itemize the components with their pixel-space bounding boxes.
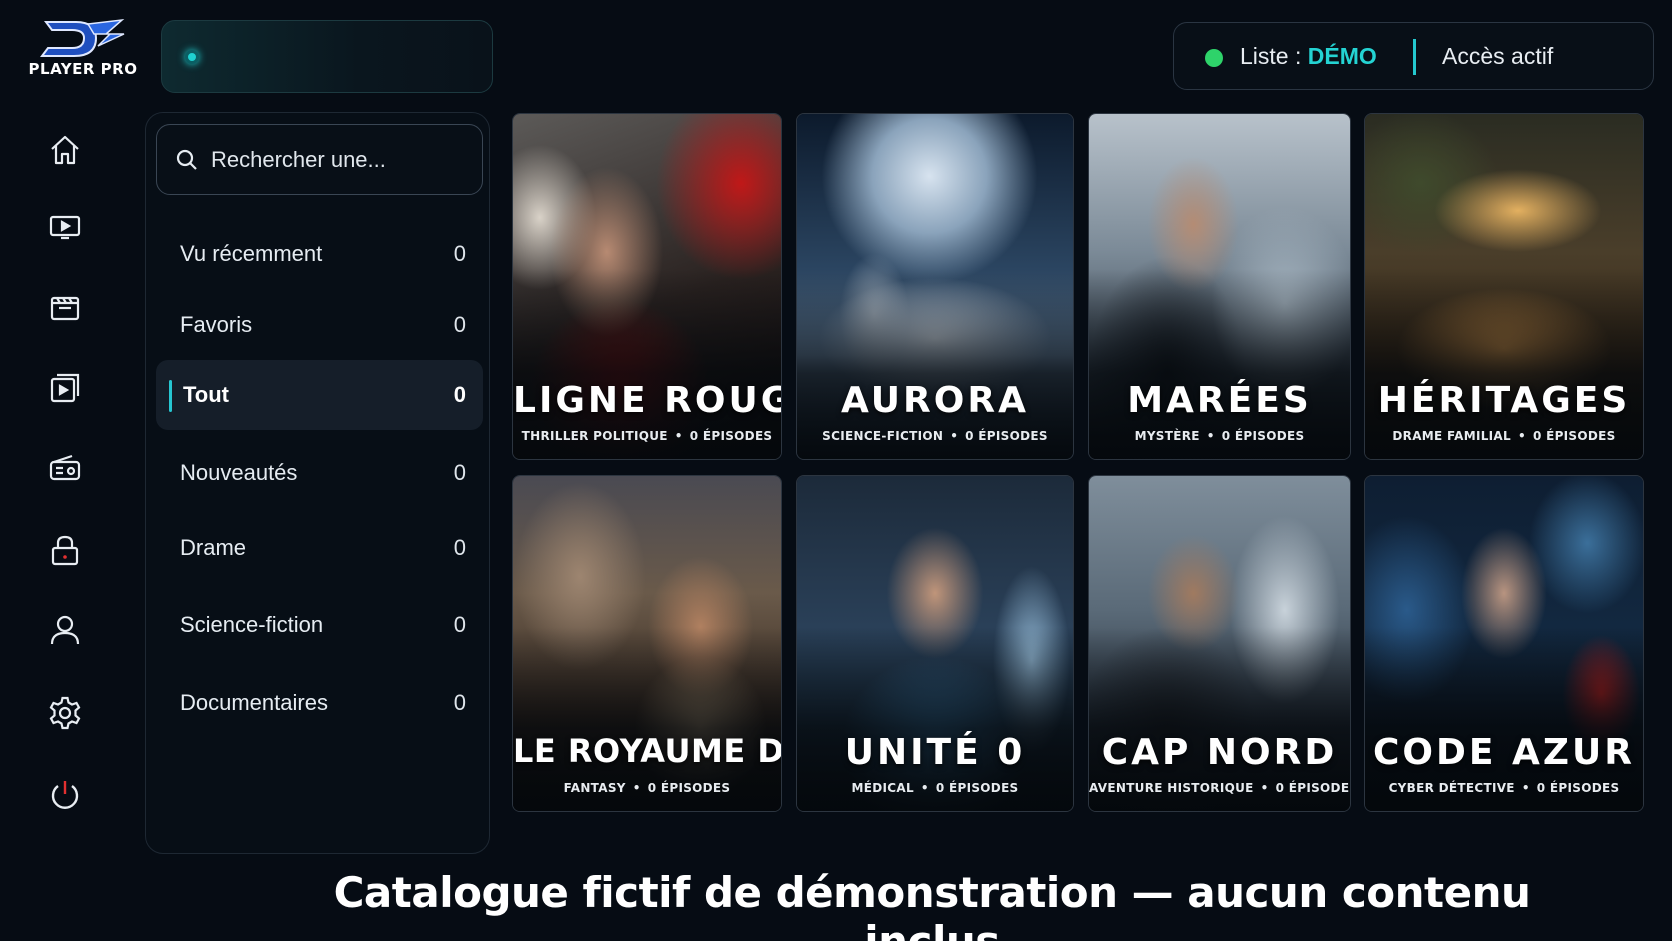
playlist-prefix: Liste : bbox=[1240, 43, 1308, 69]
meta-separator: • bbox=[674, 429, 683, 443]
category-label: Tout bbox=[183, 382, 230, 407]
category-panel: Vu récemment 0 Favoris 0 Tout 0 Nouveaut… bbox=[145, 112, 490, 854]
poster-episodes: 0 ÉPISODES bbox=[1275, 781, 1351, 795]
category-count: 0 bbox=[453, 460, 466, 485]
category-new[interactable]: Nouveautés 0 bbox=[156, 438, 483, 508]
series-icon[interactable] bbox=[45, 368, 85, 408]
poster-genre: MÉDICAL bbox=[851, 781, 914, 795]
poster-card[interactable]: UNITÉ 0 MÉDICAL • 0 ÉPISODES bbox=[796, 475, 1074, 812]
poster-meta: AVENTURE HISTORIQUE • 0 ÉPISODES bbox=[1089, 781, 1350, 795]
meta-separator: • bbox=[1206, 429, 1215, 443]
poster-meta: MYSTÈRE • 0 ÉPISODES bbox=[1089, 429, 1350, 443]
poster-card[interactable]: AURORA SCIENCE-FICTION • 0 ÉPISODES bbox=[796, 113, 1074, 460]
poster-genre: DRAME FAMILIAL bbox=[1392, 429, 1511, 443]
poster-card[interactable]: HÉRITAGES DRAME FAMILIAL • 0 ÉPISODES bbox=[1364, 113, 1644, 460]
category-label: Nouveautés bbox=[180, 460, 298, 485]
settings-icon[interactable] bbox=[45, 693, 85, 733]
power-icon[interactable] bbox=[45, 775, 85, 815]
poster-genre: MYSTÈRE bbox=[1134, 429, 1200, 443]
category-drama[interactable]: Drame 0 bbox=[156, 513, 483, 583]
poster-meta: CYBER DÉTECTIVE • 0 ÉPISODES bbox=[1365, 781, 1643, 795]
meta-separator: • bbox=[632, 781, 641, 795]
category-documentaries[interactable]: Documentaires 0 bbox=[156, 668, 483, 738]
poster-title: CODE AZUR bbox=[1373, 732, 1635, 773]
status-indicator-dot bbox=[185, 50, 199, 64]
category-favorites[interactable]: Favoris 0 bbox=[156, 290, 483, 360]
poster-title: AURORA bbox=[841, 380, 1029, 421]
poster-episodes: 0 ÉPISODES bbox=[965, 429, 1048, 443]
poster-title: LIGNE ROUGE bbox=[513, 380, 781, 421]
category-count: 0 bbox=[453, 612, 466, 637]
poster-episodes: 0 ÉPISODES bbox=[935, 781, 1019, 795]
poster-meta: MÉDICAL • 0 ÉPISODES bbox=[797, 781, 1073, 795]
poster-title: LE ROYAUME DE VERRE bbox=[513, 732, 782, 770]
playlist-name: DÉMO bbox=[1307, 43, 1377, 69]
category-count: 0 bbox=[453, 382, 466, 407]
active-indicator bbox=[169, 380, 172, 412]
active-dot bbox=[1205, 49, 1223, 67]
search-input[interactable] bbox=[211, 141, 471, 179]
category-count: 0 bbox=[453, 241, 466, 266]
playlist-status: Liste : DÉMO Accès actif bbox=[1173, 22, 1654, 90]
poster-meta: SCIENCE-FICTION • 0 ÉPISODES bbox=[797, 429, 1073, 443]
poster-episodes: 0 ÉPISODES bbox=[1532, 429, 1616, 443]
poster-genre: THRILLER POLITIQUE bbox=[521, 429, 668, 443]
logo-text: PLAYER PRO bbox=[28, 60, 138, 78]
poster-card[interactable]: CODE AZUR CYBER DÉTECTIVE • 0 ÉPISODES bbox=[1364, 475, 1644, 812]
poster-title: CAP NORD bbox=[1101, 732, 1338, 773]
movies-icon[interactable] bbox=[45, 288, 85, 328]
poster-card[interactable]: LIGNE ROUGE THRILLER POLITIQUE • 0 ÉPISODE… bbox=[512, 113, 782, 460]
poster-card[interactable]: LE ROYAUME DE VERRE FANTASY • 0 ÉPISODES bbox=[512, 475, 782, 812]
poster-title: HÉRITAGES bbox=[1377, 380, 1631, 421]
category-all[interactable]: Tout 0 bbox=[156, 360, 483, 430]
poster-genre: CYBER DÉTECTIVE bbox=[1388, 781, 1515, 795]
playlist-label: Liste : DÉMO bbox=[1240, 43, 1377, 70]
poster-genre: SCIENCE-FICTION bbox=[822, 429, 944, 443]
search-icon bbox=[176, 149, 197, 170]
category-count: 0 bbox=[453, 312, 466, 337]
radio-icon[interactable] bbox=[45, 448, 85, 488]
category-label: Favoris bbox=[180, 312, 253, 337]
poster-card[interactable]: CAP NORD AVENTURE HISTORIQUE • 0 ÉPISODES bbox=[1088, 475, 1351, 812]
poster-meta: THRILLER POLITIQUE • 0 ÉPISODES bbox=[513, 429, 781, 443]
status-divider bbox=[1413, 39, 1416, 75]
poster-episodes: 0 ÉPISODES bbox=[689, 429, 773, 443]
meta-separator: • bbox=[950, 429, 959, 443]
category-count: 0 bbox=[453, 690, 466, 715]
lock-icon[interactable] bbox=[45, 530, 85, 570]
poster-genre: AVENTURE HISTORIQUE bbox=[1089, 781, 1254, 795]
category-recent[interactable]: Vu récemment 0 bbox=[156, 219, 483, 289]
poster-episodes: 0 ÉPISODES bbox=[1536, 781, 1620, 795]
meta-separator: • bbox=[920, 781, 929, 795]
poster-meta: DRAME FAMILIAL • 0 ÉPISODES bbox=[1365, 429, 1643, 443]
access-status: Accès actif bbox=[1442, 43, 1554, 69]
category-count: 0 bbox=[453, 535, 466, 560]
app-logo: PLAYER PRO bbox=[14, 16, 142, 82]
poster-title: UNITÉ 0 bbox=[844, 732, 1026, 773]
category-label: Vu récemment bbox=[180, 241, 323, 266]
category-label: Science-fiction bbox=[180, 612, 324, 637]
poster-genre: FANTASY bbox=[563, 781, 626, 795]
poster-episodes: 0 ÉPISODES bbox=[1221, 429, 1305, 443]
player-status-pill[interactable] bbox=[161, 20, 493, 93]
poster-card[interactable]: MARÉES MYSTÈRE • 0 ÉPISODES bbox=[1088, 113, 1351, 460]
category-label: Drame bbox=[180, 535, 247, 560]
poster-meta: FANTASY • 0 ÉPISODES bbox=[513, 781, 781, 795]
demo-caption: Catalogue fictif de démonstration — aucu… bbox=[333, 868, 1531, 941]
live-tv-icon[interactable] bbox=[45, 208, 85, 248]
meta-separator: • bbox=[1517, 429, 1526, 443]
category-label: Documentaires bbox=[180, 690, 328, 715]
profile-icon[interactable] bbox=[45, 610, 85, 650]
meta-separator: • bbox=[1521, 781, 1530, 795]
category-scifi[interactable]: Science-fiction 0 bbox=[156, 590, 483, 660]
search-box[interactable] bbox=[156, 124, 483, 195]
poster-episodes: 0 ÉPISODES bbox=[647, 781, 731, 795]
meta-separator: • bbox=[1260, 781, 1269, 795]
poster-title: MARÉES bbox=[1127, 380, 1312, 421]
home-icon[interactable] bbox=[45, 130, 85, 170]
